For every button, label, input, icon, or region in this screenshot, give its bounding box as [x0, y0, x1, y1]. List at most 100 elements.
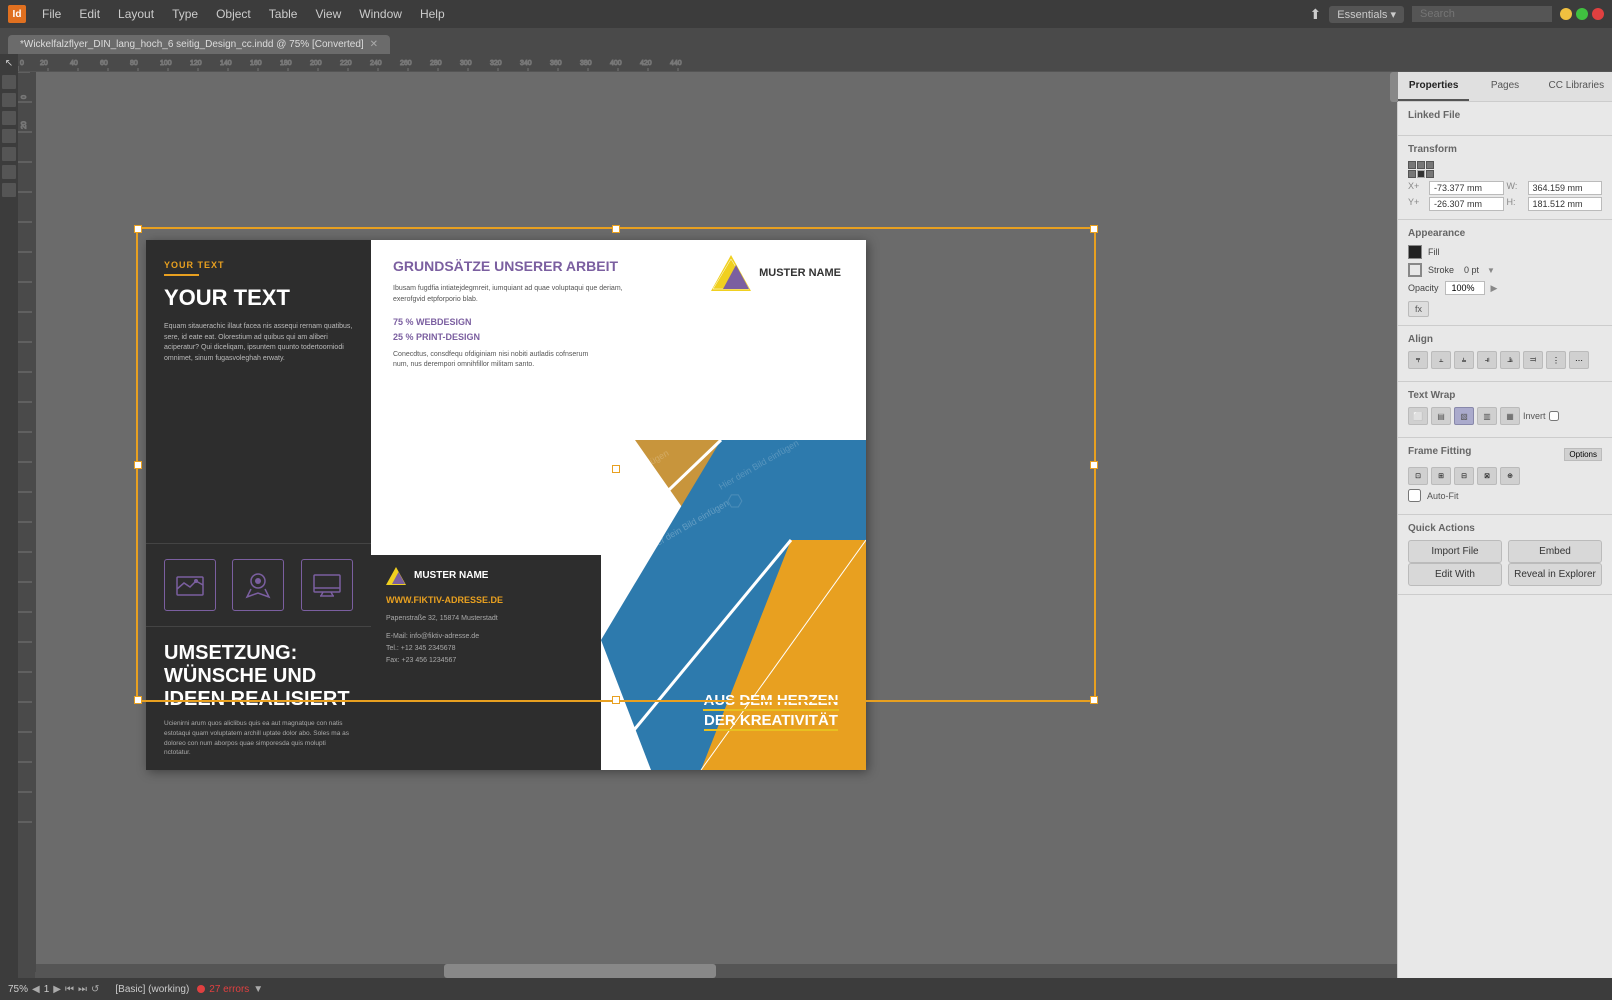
menu-bar: Id File Edit Layout Type Object Table Vi… [0, 0, 1612, 28]
svg-text:140: 140 [220, 60, 232, 67]
import-file-button[interactable]: Import File [1408, 540, 1502, 563]
page-rotate-icon[interactable]: ↺ [91, 984, 99, 995]
canvas-area[interactable]: YOUR TEXT YOUR TEXT Equam sitauerachic i… [36, 72, 1397, 978]
distribute-button[interactable]: ⋮ [1546, 351, 1566, 369]
embed-button[interactable]: Embed [1508, 540, 1602, 563]
y-value-input[interactable] [1429, 197, 1504, 211]
align-center-v-button[interactable]: ⫡ [1500, 351, 1520, 369]
ff-fit-content-button[interactable]: ⊡ [1408, 467, 1428, 485]
transform-anchor-grid[interactable] [1408, 161, 1434, 178]
handle-mid-right[interactable] [1090, 461, 1098, 469]
zoom-prev-icon[interactable]: ◀ [32, 984, 40, 995]
tool-4[interactable] [2, 129, 16, 143]
distribute-v-button[interactable]: ⋯ [1569, 351, 1589, 369]
tab-cc-libraries[interactable]: CC Libraries [1541, 72, 1612, 101]
quick-actions-row1: Import File Embed [1408, 540, 1602, 563]
svg-text:300: 300 [460, 60, 472, 67]
h-label: H: [1507, 197, 1525, 211]
align-left-button[interactable]: ⫧ [1408, 351, 1428, 369]
flyer-left-bottom: UMSETZUNG: WÜNSCHE UND IDEEN REALISIERT … [146, 626, 371, 770]
reveal-in-explorer-button[interactable]: Reveal in Explorer [1508, 563, 1602, 586]
edit-with-button[interactable]: Edit With [1408, 563, 1502, 586]
ff-fill-frame-button[interactable]: ⊞ [1431, 467, 1451, 485]
horizontal-scrollbar[interactable] [36, 964, 1397, 978]
left-toolbar: ↖ [0, 54, 18, 978]
stroke-dropdown-icon[interactable]: ▼ [1487, 266, 1495, 275]
tool-3[interactable] [2, 111, 16, 125]
handle-top-left[interactable] [134, 225, 142, 233]
align-top-button[interactable]: ⫣ [1477, 351, 1497, 369]
handle-bottom-left[interactable] [134, 696, 142, 704]
zoom-first-icon[interactable]: ⏮ [65, 984, 74, 995]
h-value-input[interactable] [1528, 197, 1603, 211]
align-bottom-button[interactable]: ⫤ [1523, 351, 1543, 369]
tab-pages[interactable]: Pages [1469, 72, 1540, 101]
svg-text:340: 340 [520, 60, 532, 67]
your-text-divider [164, 274, 199, 276]
handle-bottom-right[interactable] [1090, 696, 1098, 704]
textwrap-jump-button[interactable]: ▥ [1477, 407, 1497, 425]
ff-center-button[interactable]: ⊠ [1477, 467, 1497, 485]
select-tool[interactable]: ↖ [2, 58, 16, 72]
scrollbar-thumb[interactable] [444, 964, 716, 978]
handle-top-center[interactable] [612, 225, 620, 233]
x-value-input[interactable] [1429, 181, 1504, 195]
opacity-input[interactable] [1445, 281, 1485, 295]
transform-xy-row: X+ W: [1408, 181, 1602, 195]
minimize-button[interactable] [1560, 8, 1572, 20]
collapse-button[interactable] [1390, 72, 1398, 102]
tool-5[interactable] [2, 147, 16, 161]
tool-6[interactable] [2, 165, 16, 179]
fill-swatch[interactable] [1408, 245, 1422, 259]
options-button[interactable]: Options [1564, 448, 1602, 461]
menu-help[interactable]: Help [412, 5, 453, 23]
zoom-last-icon[interactable]: ⏭ [78, 984, 87, 995]
align-right-button[interactable]: ⫨ [1454, 351, 1474, 369]
tab-properties[interactable]: Properties [1398, 72, 1469, 101]
ff-proportional-button[interactable]: ⊕ [1500, 467, 1520, 485]
svg-text:440: 440 [670, 60, 682, 67]
svg-text:20: 20 [40, 60, 48, 67]
align-center-h-button[interactable]: ⫠ [1431, 351, 1451, 369]
transform-section: Transform X+ W [1398, 136, 1612, 220]
document-tab[interactable]: *Wickelfalzflyer_DIN_lang_hoch_6 seitig_… [8, 35, 390, 54]
textwrap-next-button[interactable]: ▦ [1500, 407, 1520, 425]
textwrap-none-button[interactable]: ⬜ [1408, 407, 1428, 425]
handle-mid-left[interactable] [134, 461, 142, 469]
autofit-checkbox[interactable] [1408, 489, 1421, 502]
close-button[interactable] [1592, 8, 1604, 20]
textwrap-bbox-button[interactable]: ▤ [1431, 407, 1451, 425]
svg-text:280: 280 [430, 60, 442, 67]
stroke-value: 0 pt [1464, 265, 1479, 275]
menu-file[interactable]: File [34, 5, 69, 23]
opacity-expand-icon[interactable]: ▶ [1491, 283, 1498, 294]
stroke-swatch[interactable] [1408, 263, 1422, 277]
tool-2[interactable] [2, 93, 16, 107]
close-tab-icon[interactable]: ✕ [370, 39, 378, 50]
zoom-next-icon[interactable]: ▶ [53, 984, 61, 995]
autofit-row: Auto-Fit [1408, 489, 1602, 502]
invert-checkbox[interactable] [1549, 411, 1559, 421]
ff-fit-frame-button[interactable]: ⊟ [1454, 467, 1474, 485]
search-input[interactable] [1412, 6, 1552, 22]
svg-text:320: 320 [490, 60, 502, 67]
share-icon[interactable]: ⬆ [1310, 6, 1322, 23]
maximize-button[interactable] [1576, 8, 1588, 20]
menu-edit[interactable]: Edit [71, 5, 108, 23]
errors-expand-icon[interactable]: ▼ [253, 984, 263, 995]
essentials-button[interactable]: Essentials ▾ [1329, 6, 1404, 23]
handle-top-right[interactable] [1090, 225, 1098, 233]
w-value-input[interactable] [1528, 181, 1603, 195]
menu-view[interactable]: View [307, 5, 349, 23]
fx-button[interactable]: fx [1408, 301, 1429, 317]
menu-type[interactable]: Type [164, 5, 206, 23]
your-text-heading: YOUR TEXT [164, 286, 353, 310]
tool-1[interactable] [2, 75, 16, 89]
menu-object[interactable]: Object [208, 5, 259, 23]
menu-layout[interactable]: Layout [110, 5, 162, 23]
tool-7[interactable] [2, 183, 16, 197]
textwrap-contour-button[interactable]: ▧ [1454, 407, 1474, 425]
menu-window[interactable]: Window [351, 5, 410, 23]
frame-fitting-header: Frame Fitting Options [1408, 446, 1602, 463]
menu-table[interactable]: Table [261, 5, 306, 23]
